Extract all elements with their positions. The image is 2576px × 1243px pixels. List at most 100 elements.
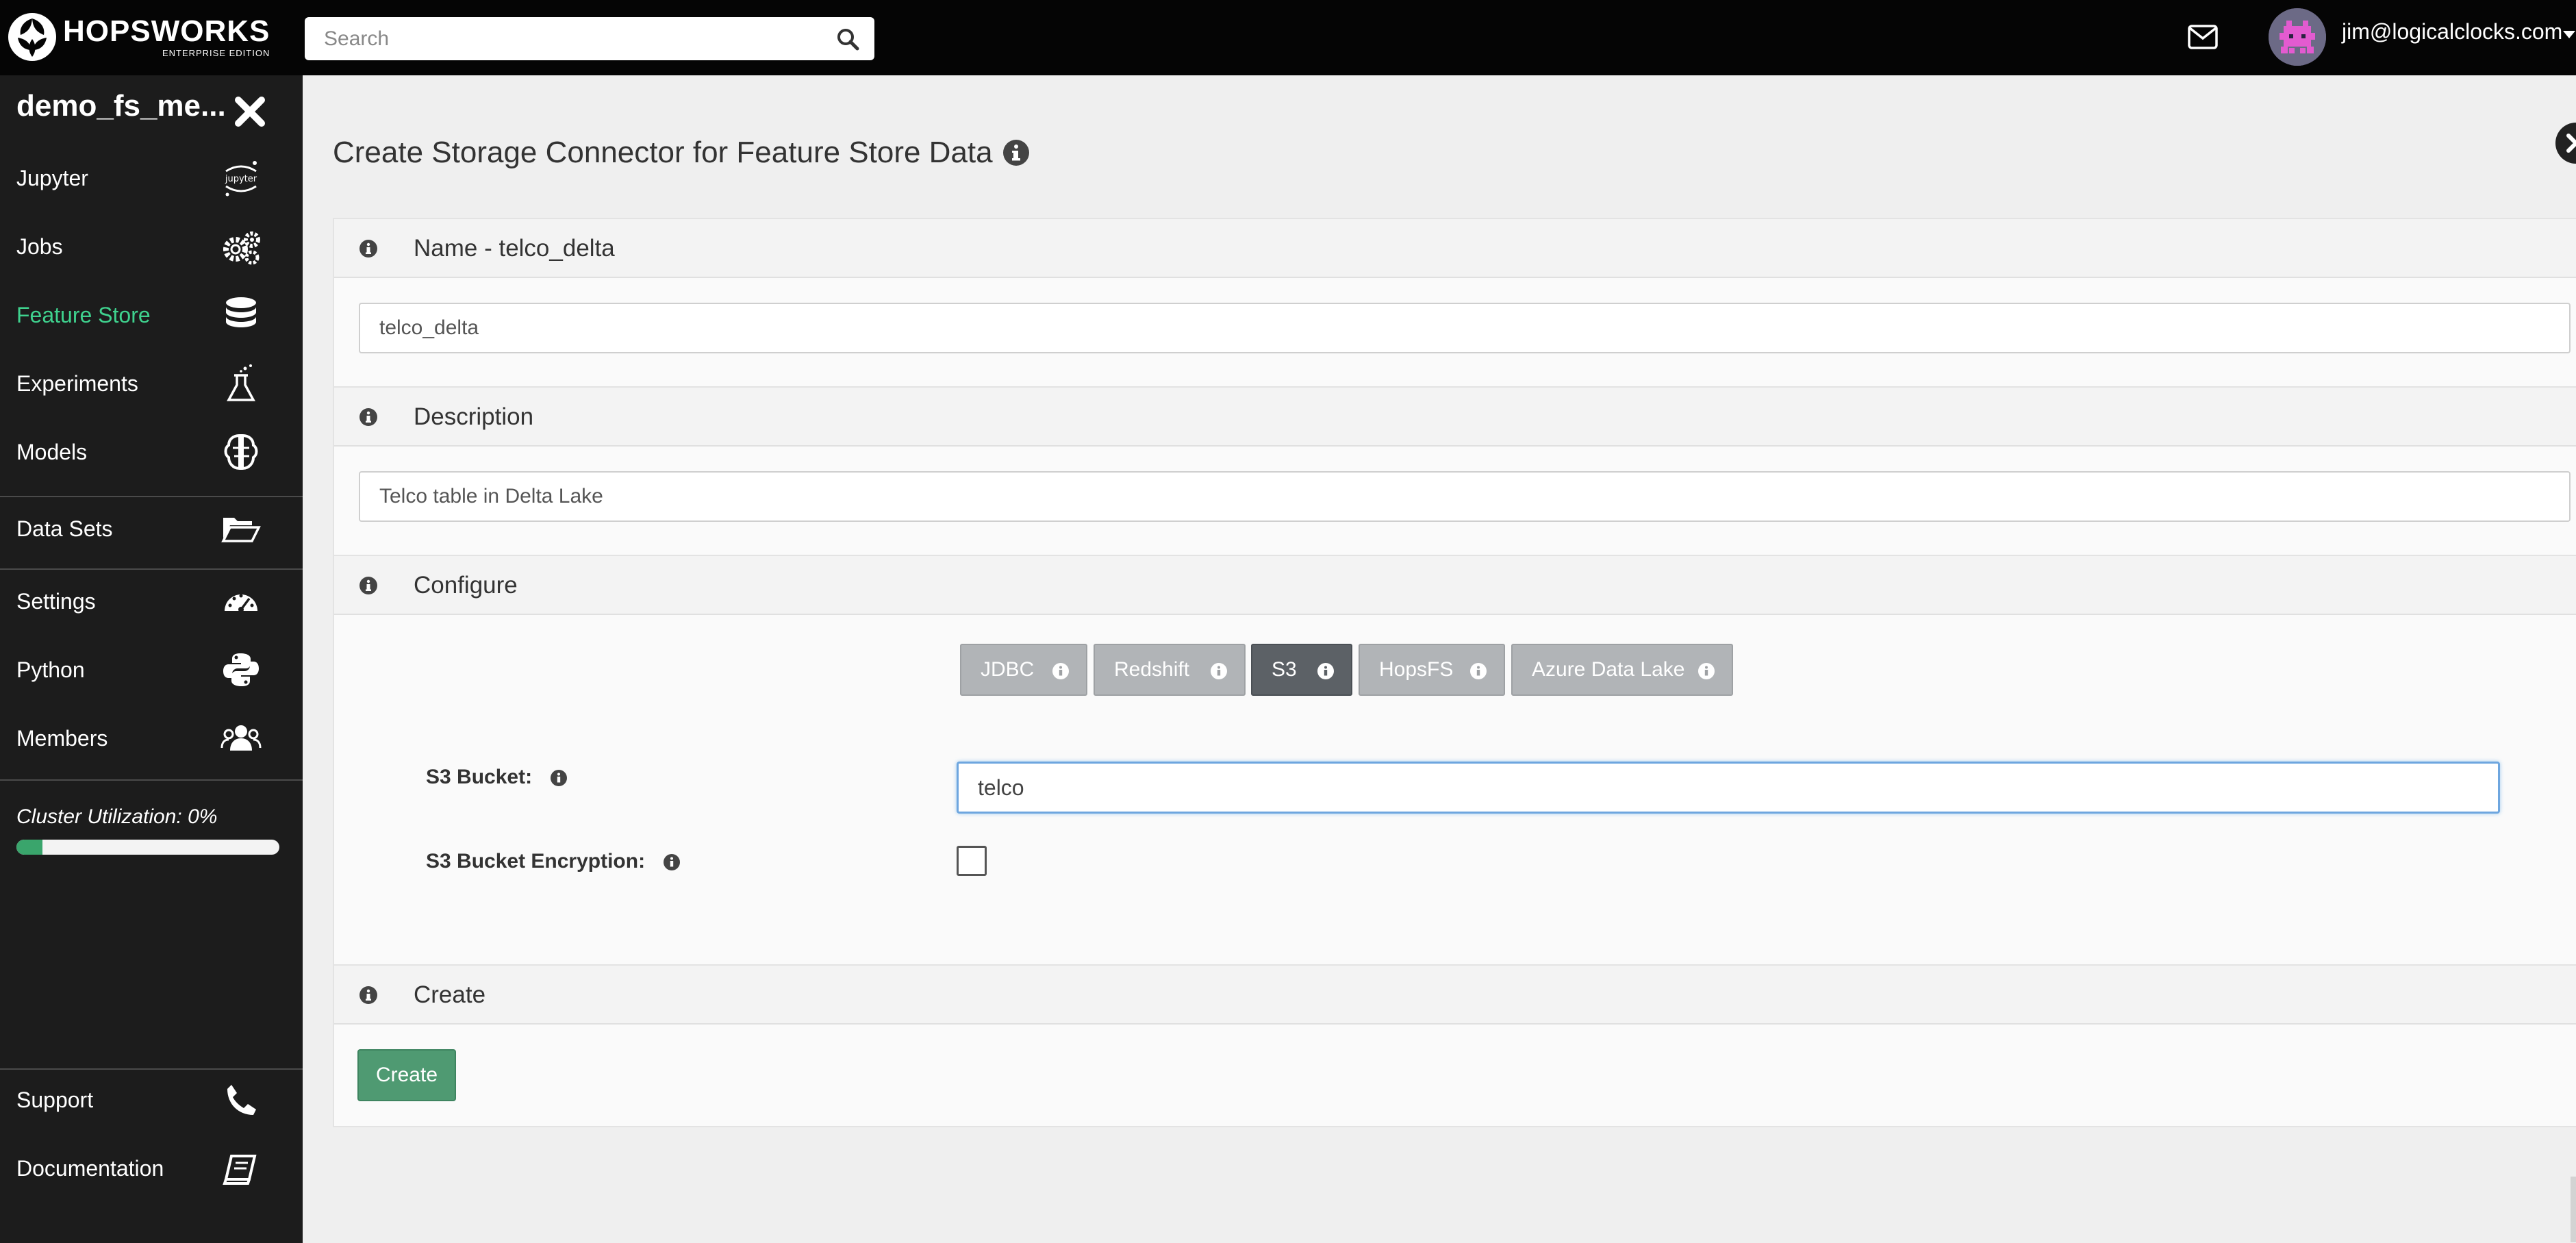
cluster-utilization: Cluster Utilization: 0%: [16, 805, 279, 855]
sidebar-item-label: Jobs: [16, 234, 63, 259]
sidebar-item-label: Jupyter: [16, 166, 88, 190]
s3-encryption-checkbox[interactable]: [957, 846, 987, 876]
sidebar-item-label: Experiments: [16, 371, 138, 396]
top-bar: HOPSWORKS ENTERPRISE EDITION Search jim@…: [0, 0, 2576, 75]
info-circle-icon[interactable]: [359, 576, 378, 595]
brand-text: HOPSWORKS ENTERPRISE EDITION: [63, 16, 270, 58]
create-button[interactable]: Create: [357, 1049, 456, 1101]
page-title: Create Storage Connector for Feature Sto…: [333, 136, 1030, 170]
flask-icon: [227, 364, 255, 401]
create-panel-header: Create: [334, 966, 2576, 1025]
sidebar: demo_fs_me... Jupyter jupyter Jobs Featu…: [0, 75, 303, 1243]
create-panel: Create: [333, 964, 2576, 1127]
chevron-down-icon[interactable]: [2563, 31, 2575, 39]
avatar-invader-icon: [2269, 8, 2326, 66]
close-dialog-icon[interactable]: [2555, 122, 2576, 164]
sidebar-item-members[interactable]: Members: [0, 704, 303, 773]
sidebar-item-documentation[interactable]: Documentation: [0, 1134, 303, 1203]
description-field[interactable]: [359, 471, 2571, 522]
brand-edition: ENTERPRISE EDITION: [162, 47, 270, 58]
sidebar-item-label: Settings: [16, 589, 96, 614]
scrollbar-edge[interactable]: [2571, 1177, 2576, 1242]
book-icon: [223, 1155, 257, 1185]
info-circle-icon[interactable]: [1002, 139, 1030, 166]
description-panel-header: Description: [334, 388, 2576, 447]
hopsworks-logo-icon: [8, 13, 56, 61]
cluster-utilization-bar: [16, 840, 279, 855]
info-circle-icon[interactable]: [1317, 662, 1335, 680]
users-icon: [220, 725, 262, 751]
database-icon: [226, 297, 256, 327]
sidebar-item-support[interactable]: Support: [0, 1066, 303, 1134]
user-email[interactable]: jim@logicalclocks.com: [2342, 19, 2562, 45]
info-circle-icon[interactable]: [359, 407, 378, 427]
avatar[interactable]: [2269, 8, 2326, 66]
tab-label: JDBC: [981, 658, 1035, 681]
cluster-utilization-fill: [16, 840, 43, 855]
cluster-utilization-label: Cluster Utilization: 0%: [16, 805, 218, 828]
python-icon: [223, 653, 259, 686]
sidebar-item-label: Python: [16, 657, 85, 682]
sidebar-item-label: Support: [16, 1088, 94, 1112]
tab-label: S3: [1272, 658, 1297, 681]
tab-hopsfs[interactable]: HopsFS: [1359, 644, 1505, 696]
tab-azure-data-lake[interactable]: Azure Data Lake: [1511, 644, 1733, 696]
main-content: Create Storage Connector for Feature Sto…: [303, 75, 2576, 1243]
sidebar-item-jobs[interactable]: Jobs: [0, 212, 303, 281]
info-circle-icon[interactable]: [1697, 662, 1715, 680]
sidebar-item-label: Members: [16, 726, 108, 751]
configure-panel-header: Configure: [334, 556, 2576, 615]
sidebar-item-data-sets[interactable]: Data Sets: [0, 494, 303, 563]
tab-label: Redshift: [1114, 658, 1190, 681]
info-circle-icon[interactable]: [1210, 662, 1228, 680]
close-icon[interactable]: [233, 95, 267, 129]
tab-jdbc[interactable]: JDBC: [960, 644, 1087, 696]
jupyter-icon: jupyter: [225, 161, 257, 197]
info-circle-icon[interactable]: [663, 853, 681, 871]
sidebar-item-models[interactable]: Models: [0, 418, 303, 486]
gears-icon: [223, 231, 260, 265]
folder-open-icon: [221, 518, 261, 542]
search-icon[interactable]: [836, 27, 859, 51]
tab-redshift[interactable]: Redshift: [1094, 644, 1246, 696]
info-circle-icon[interactable]: [550, 769, 568, 787]
sidebar-item-settings[interactable]: Settings: [0, 567, 303, 636]
info-circle-icon[interactable]: [359, 985, 378, 1005]
s3-bucket-input[interactable]: [957, 762, 2500, 814]
sidebar-item-feature-store[interactable]: Feature Store: [0, 281, 303, 349]
project-name[interactable]: demo_fs_me...: [16, 89, 226, 123]
name-panel-title: Name - telco_delta: [414, 235, 615, 262]
tab-s3[interactable]: S3: [1251, 644, 1352, 696]
name-panel: Name - telco_delta: [333, 218, 2576, 388]
search-input[interactable]: [305, 17, 832, 60]
s3-encryption-label-text: S3 Bucket Encryption:: [426, 850, 646, 872]
hopsworks-logo[interactable]: HOPSWORKS ENTERPRISE EDITION: [7, 8, 270, 66]
sidebar-divider: [0, 779, 303, 781]
sidebar-item-experiments[interactable]: Experiments: [0, 349, 303, 418]
envelope-icon[interactable]: [2188, 25, 2218, 49]
sidebar-item-python[interactable]: Python: [0, 636, 303, 704]
description-panel: Description: [333, 386, 2576, 556]
sidebar-item-label: Data Sets: [16, 516, 113, 541]
app-root: HOPSWORKS ENTERPRISE EDITION Search jim@…: [0, 0, 2576, 1243]
tab-label: HopsFS: [1379, 658, 1454, 681]
s3-encryption-label: S3 Bucket Encryption:: [426, 850, 681, 873]
name-field[interactable]: [359, 303, 2571, 353]
page-title-text: Create Storage Connector for Feature Sto…: [333, 136, 993, 169]
brain-icon: [224, 434, 258, 470]
brand-name: HOPSWORKS: [63, 14, 270, 48]
info-circle-icon[interactable]: [359, 239, 378, 258]
dashboard-icon: [225, 594, 257, 612]
svg-text:jupyter: jupyter: [225, 174, 257, 184]
project-header: demo_fs_me...: [0, 75, 303, 144]
tab-label: Azure Data Lake: [1532, 658, 1685, 681]
sidebar-item-label: Models: [16, 440, 88, 464]
sidebar-item-jupyter[interactable]: Jupyter jupyter: [0, 144, 303, 212]
configure-panel-title: Configure: [414, 572, 518, 599]
phone-icon: [227, 1085, 256, 1115]
info-circle-icon[interactable]: [1052, 662, 1070, 680]
create-panel-title: Create: [414, 981, 486, 1008]
info-circle-icon[interactable]: [1469, 662, 1487, 680]
name-panel-header: Name - telco_delta: [334, 219, 2576, 278]
search-box: [305, 17, 874, 60]
